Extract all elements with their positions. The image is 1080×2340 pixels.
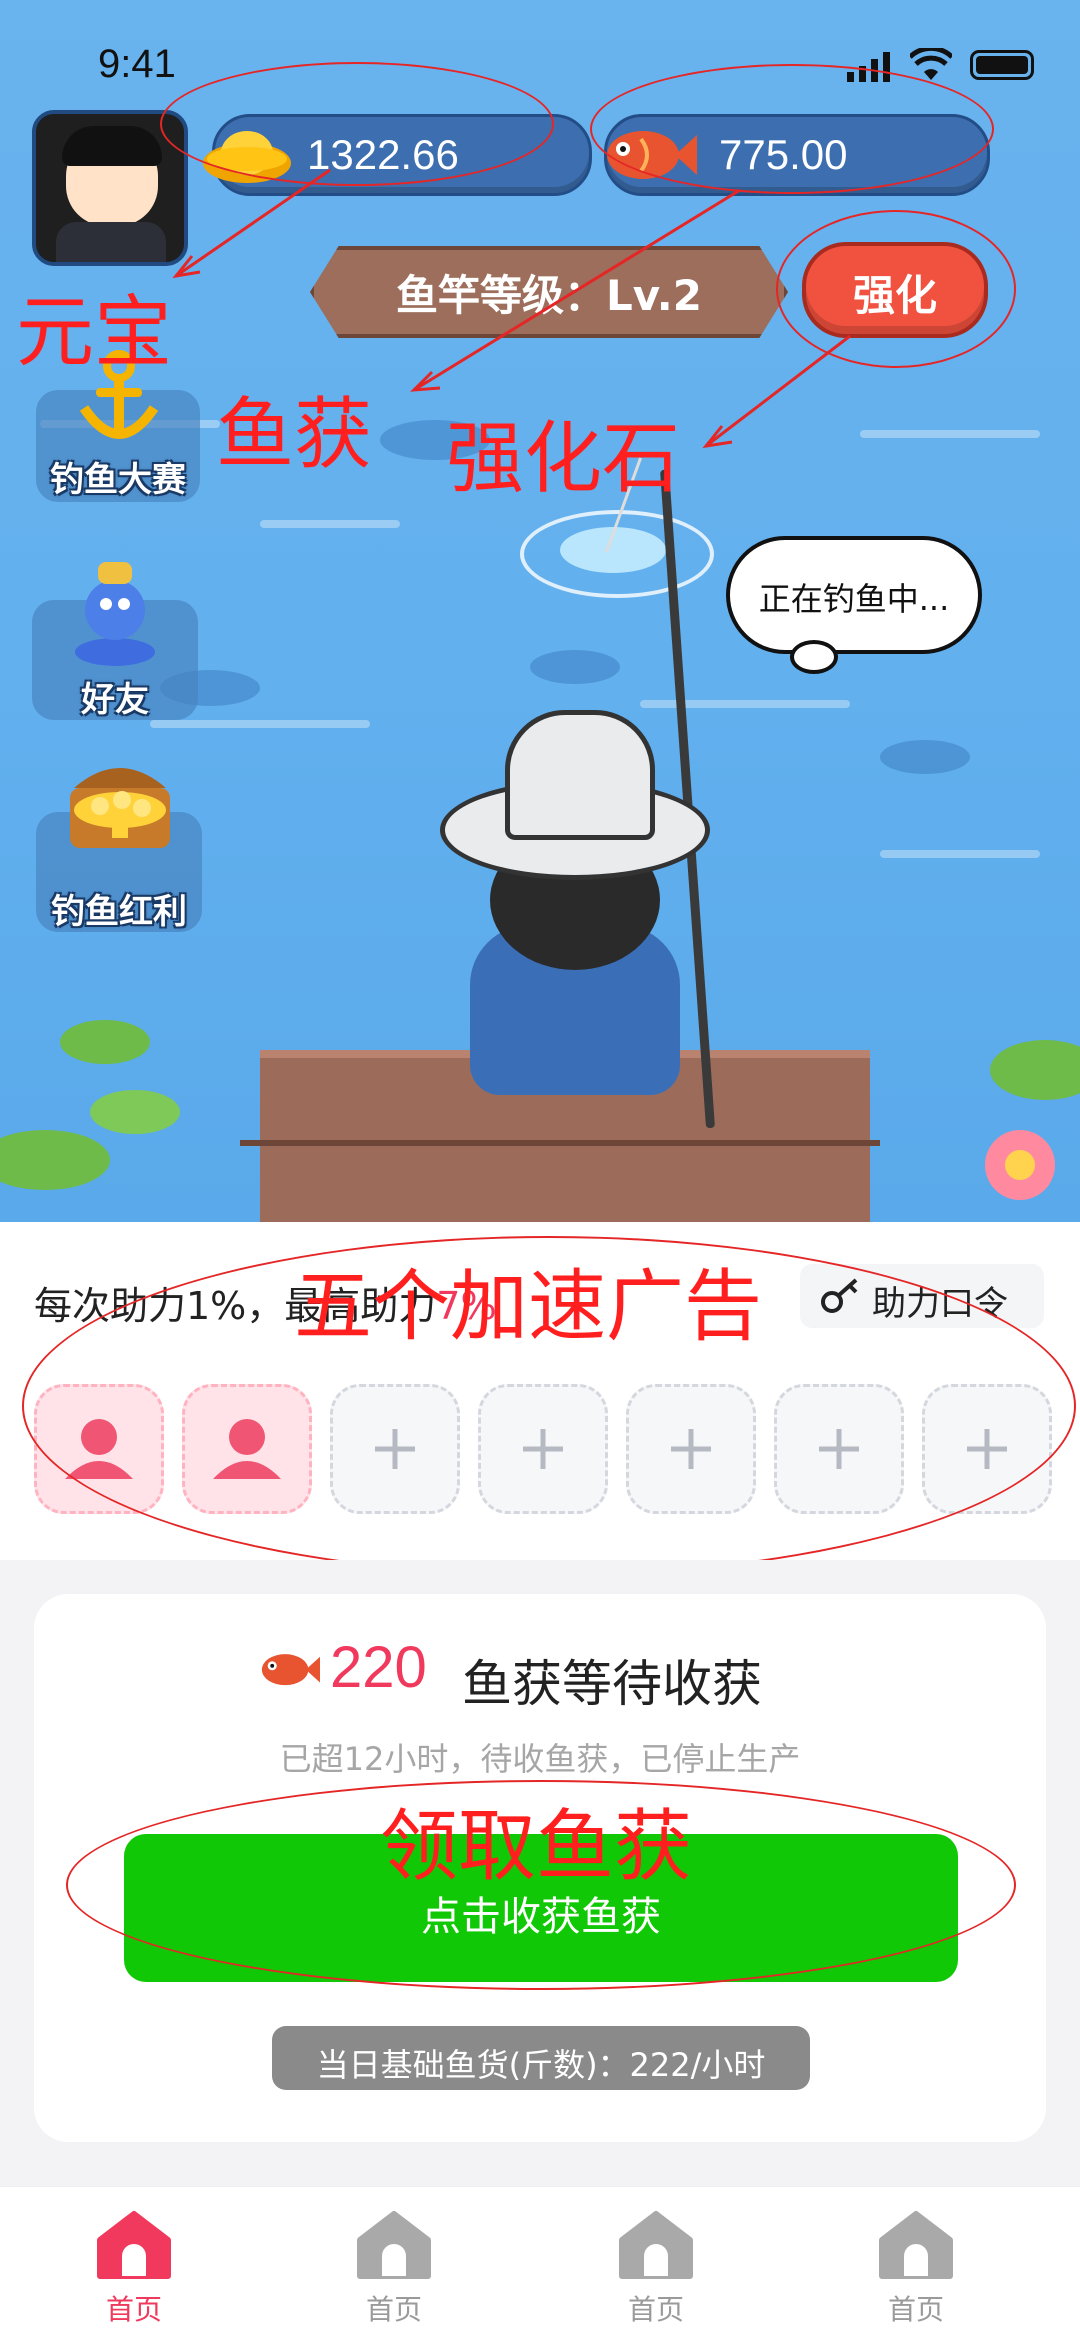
lily-pad (990, 1040, 1080, 1100)
fishing-status-bubble: 正在钓鱼中... (726, 536, 982, 654)
dock-plank-line (240, 1140, 880, 1146)
fishing-bonus-button[interactable]: 钓鱼红利 (36, 768, 202, 932)
nav-item-label: 首页 (627, 2293, 684, 2326)
fishing-bonus-label: 钓鱼红利 (51, 892, 187, 932)
base-rate-text: 当日基础鱼货(斤数)：222/小时 (316, 2046, 766, 2084)
friends-button[interactable]: 好友 (32, 562, 198, 720)
wave (880, 850, 1040, 858)
fish-shadow (530, 650, 620, 684)
treasure-chest-icon (60, 748, 180, 868)
friend-icon (70, 552, 160, 672)
nav-item[interactable]: 首页 (596, 2210, 716, 2328)
fishing-status-text: 正在钓鱼中... (758, 580, 950, 618)
home-icon (879, 2211, 953, 2279)
annotation-arrows (172, 168, 851, 449)
lily-pad (90, 1090, 180, 1134)
cowboy-hat-crown (505, 710, 655, 840)
nav-item-label: 首页 (887, 2293, 944, 2326)
harvest-amount-label: 鱼获等待收获 (462, 1655, 762, 1713)
nav-home-label: 首页 (105, 2293, 162, 2326)
fish-shadow (880, 740, 970, 774)
wave (640, 700, 850, 708)
wave (150, 720, 370, 728)
game-scene: 9:41 1322.66 775.00 鱼竿等级：Lv.2 强化 钓鱼大赛 好友… (0, 0, 1080, 1222)
annotation-collect: 领取鱼获 (380, 1802, 693, 1892)
nav-home[interactable]: 首页 (74, 2210, 194, 2328)
nav-item[interactable]: 首页 (856, 2210, 976, 2328)
home-icon (619, 2211, 693, 2279)
nav-item-label: 首页 (365, 2293, 422, 2326)
base-rate-badge: 当日基础鱼货(斤数)：222/小时 (272, 2026, 810, 2090)
harvest-amount: 220 (330, 1635, 427, 1700)
lily-pad (60, 1020, 150, 1064)
home-icon (97, 2211, 171, 2279)
home-icon (357, 2211, 431, 2279)
bubble-tail (790, 640, 838, 674)
friends-label: 好友 (81, 680, 149, 720)
lily-pad (0, 1130, 110, 1190)
flower-center (1005, 1150, 1035, 1180)
wave (260, 520, 400, 528)
harvest-notice: 已超12小时，待收鱼获，已停止生产 (279, 1740, 801, 1778)
fish-icon (258, 1648, 320, 1690)
annotation-ads: 五个加速广告 (294, 1262, 763, 1352)
nav-item[interactable]: 首页 (334, 2210, 454, 2328)
